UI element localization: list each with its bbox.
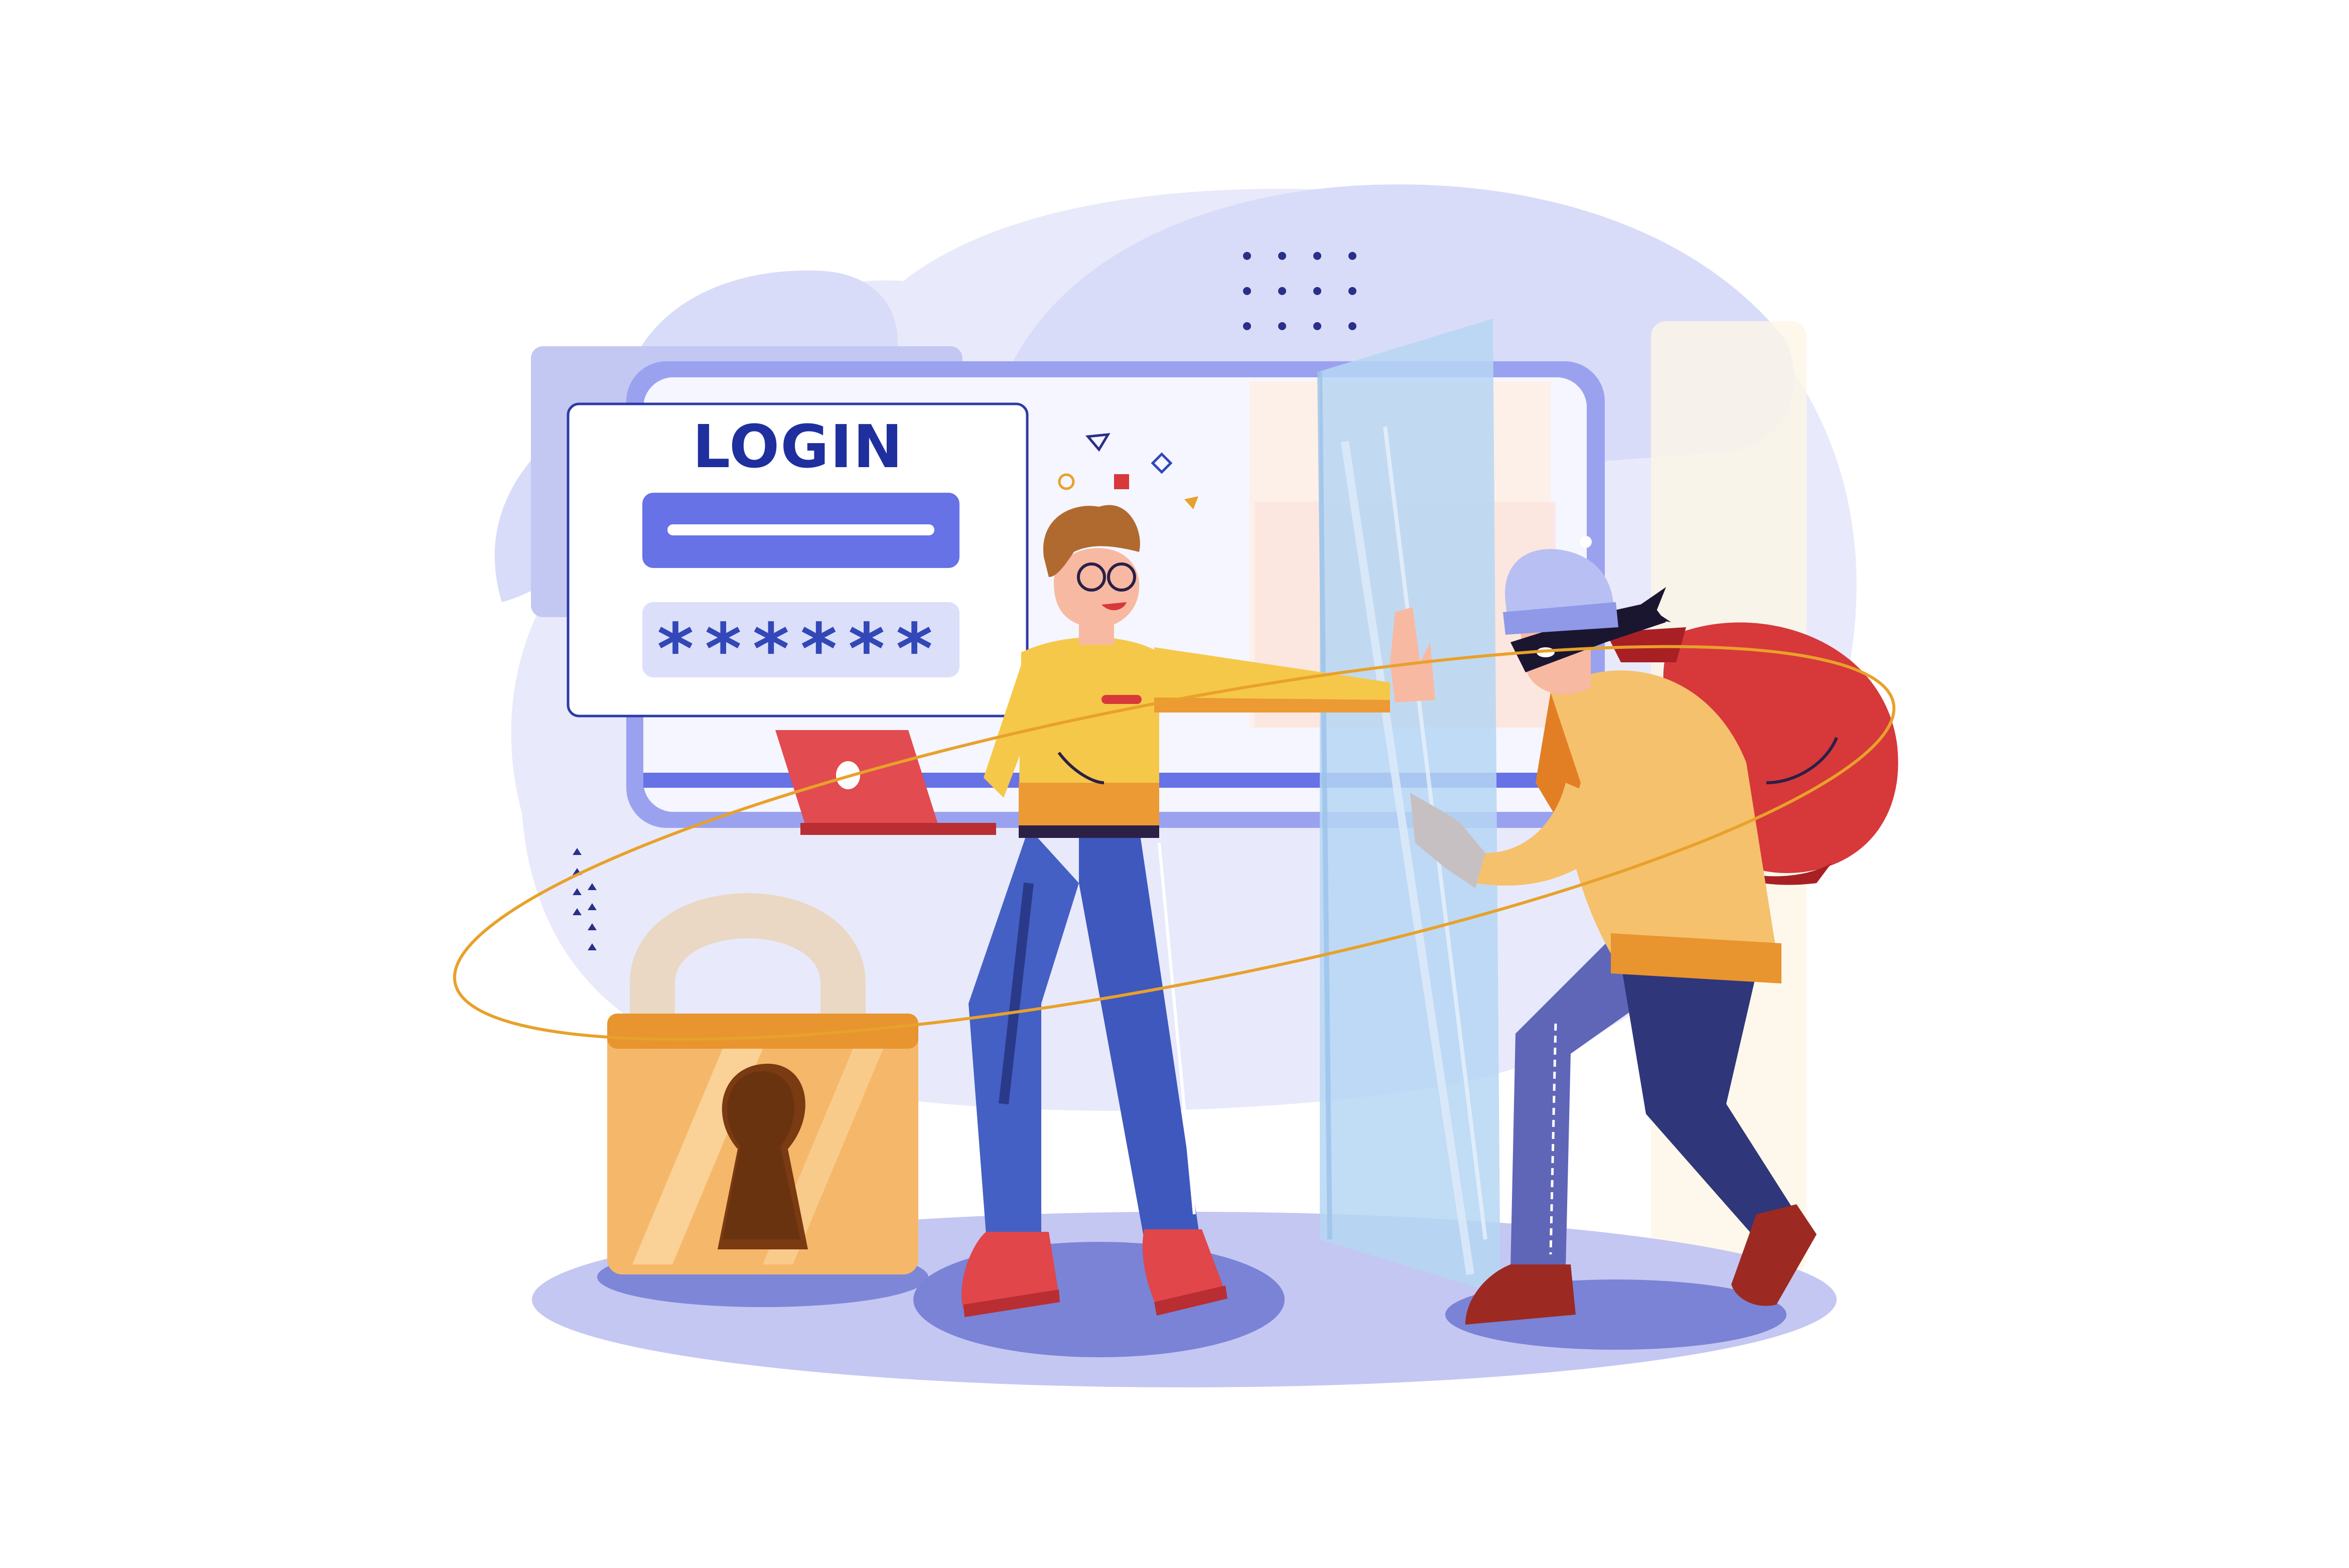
- security-illustration: [453, 184, 1898, 1387]
- illustration-scene: [0, 0, 2349, 1566]
- password-mask-text: ******: [657, 609, 944, 690]
- glass-shield-icon: [1317, 319, 1500, 1295]
- login-title: LOGIN: [693, 412, 904, 481]
